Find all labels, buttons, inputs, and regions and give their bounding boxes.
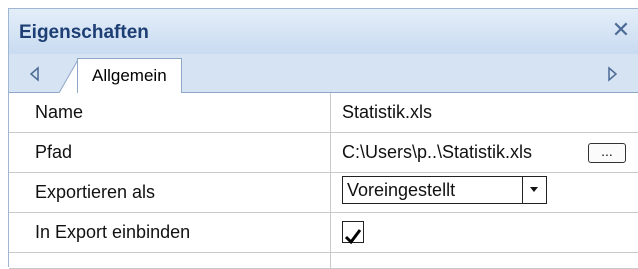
tab-allgemein[interactable]: Allgemein [77,58,182,93]
path-text[interactable]: C:\Users\p..\Statistik.xls [342,142,532,162]
property-row-name: Name Statistik.xls [9,93,638,133]
property-export-as-label: Exportieren als [9,173,331,212]
properties-panel: Eigenschaften ✕ Allgemein Name Statistik… [8,8,638,269]
panel-titlebar: Eigenschaften ✕ [9,9,638,54]
checkmark-icon [344,229,362,245]
browse-button[interactable]: ... [588,143,626,163]
triangle-left-icon[interactable] [27,66,43,82]
property-grid: Name Statistik.xls Pfad C:\Users\p..\Sta… [9,93,638,269]
triangle-right-icon[interactable] [604,66,620,82]
close-icon[interactable]: ✕ [610,19,632,41]
property-row-include-export: In Export einbinden [9,213,638,253]
empty-name-cell [9,253,331,268]
property-row-export-as: Exportieren als Voreingestellt [9,173,638,213]
property-path-value: C:\Users\p..\Statistik.xls ... [331,133,638,172]
property-export-as-value: Voreingestellt [331,173,638,212]
panel-title: Eigenschaften [19,22,149,43]
property-name-value[interactable]: Statistik.xls [331,93,638,132]
export-format-dropdown[interactable]: Voreingestellt [342,176,547,204]
dropdown-button[interactable] [522,177,546,203]
property-row-path: Pfad C:\Users\p..\Statistik.xls ... [9,133,638,173]
include-export-checkbox[interactable] [342,221,364,245]
tab-edge [59,58,79,93]
property-include-export-value [331,213,638,252]
chevron-down-icon [530,187,538,192]
export-format-selected: Voreingestellt [347,180,456,200]
tab-strip: Allgemein [9,54,638,93]
property-path-label: Pfad [9,133,331,172]
property-name-label: Name [9,93,331,132]
property-include-export-label: In Export einbinden [9,213,331,252]
